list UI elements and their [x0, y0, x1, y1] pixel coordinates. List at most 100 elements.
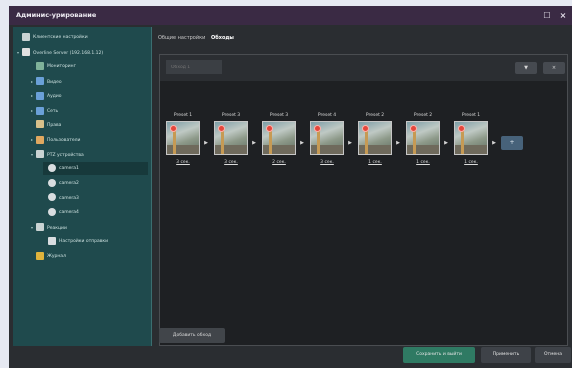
preset-label: Preset 1: [461, 113, 481, 118]
preset-thumbnail[interactable]: [358, 121, 392, 155]
sidebar-item-label: PTZ устройства: [47, 152, 84, 158]
thumbnail-ground: [311, 145, 343, 154]
sidebar-item-label: Мониторинг: [47, 64, 76, 70]
thumbnail-ground: [167, 145, 199, 154]
sidebar-item-label: Аудио: [47, 94, 62, 100]
sidebar-item[interactable]: ▾ PTZ устройства: [31, 148, 148, 161]
sidebar-item-label: camera3: [59, 195, 79, 201]
camera-icon: [48, 178, 56, 187]
tour-panel: ▼ × + Preset 1 3 сек. ▶ Preset 3 3 сек. ▶ Pres…: [159, 54, 568, 346]
sidebar-item[interactable]: ▸ Видео: [31, 75, 148, 88]
preset-thumbnail[interactable]: [454, 121, 488, 155]
sidebar-item[interactable]: Клиентские настройки: [17, 31, 148, 44]
sidebar-item[interactable]: camera3: [43, 192, 148, 205]
preset-label: Preset 2: [413, 113, 433, 118]
add-tour-button[interactable]: Добавить обход: [159, 328, 225, 343]
preset-item[interactable]: Preset 1 3 сек.: [166, 112, 200, 167]
preset-label: Preset 1: [173, 113, 193, 118]
sidebar-item-label: camera1: [59, 166, 79, 172]
sidebar-item[interactable]: Мониторинг: [31, 60, 148, 73]
sidebar-item[interactable]: camera2: [43, 177, 148, 190]
preset-item[interactable]: Preset 4 3 сек.: [310, 112, 344, 167]
thumbnail-ground: [407, 145, 439, 154]
tour-name-input[interactable]: [166, 60, 222, 74]
sidebar-item[interactable]: camera1: [43, 162, 148, 176]
sidebar-item[interactable]: Права: [31, 119, 148, 132]
preset-duration[interactable]: 1 сек.: [358, 159, 392, 167]
sidebar-item-label: Журнал: [47, 254, 66, 259]
preset-item[interactable]: Preset 3 2 сек.: [262, 112, 296, 167]
preset-thumbnail[interactable]: [214, 121, 248, 155]
sidebar-item-label: Клиентские настройки: [33, 35, 88, 40]
main-area: Общие настройки Обходы ▼ × + Preset 1 3 с…: [154, 27, 572, 346]
preset-label: Preset 3: [269, 113, 289, 118]
tab-general[interactable]: Общие настройки: [158, 35, 205, 41]
preset-marker-icon: [314, 125, 321, 132]
settings-tree: Клиентские настройки ▾ Overline Server (19…: [13, 27, 152, 346]
sidebar-item[interactable]: Настройки отправки: [43, 235, 148, 248]
apply-button[interactable]: Применить: [481, 347, 531, 363]
sequence-arrow-icon: ▶: [492, 140, 496, 146]
video-icon: [36, 77, 44, 86]
audio-icon: [36, 91, 44, 100]
sidebar-item[interactable]: ▾ Реакции: [31, 221, 148, 234]
journal-icon: [36, 251, 44, 260]
camera-icon: [48, 163, 56, 172]
thumbnail-ground: [359, 145, 391, 154]
sequence-arrow-icon: ▶: [252, 140, 256, 146]
close-button[interactable]: ×: [556, 6, 570, 25]
remove-tour-button[interactable]: ×: [543, 62, 565, 74]
save-exit-button[interactable]: Сохранить и выйти: [403, 347, 475, 363]
preset-item[interactable]: Preset 2 1 сек.: [406, 112, 440, 167]
sequence-arrow-icon: ▶: [300, 140, 304, 146]
camera-icon: [48, 193, 56, 202]
sidebar-item-label: Пользователи: [47, 138, 81, 144]
admin-window: Админис-урирование ☐ × Клиентские настро…: [9, 6, 572, 368]
preset-duration[interactable]: 3 сек.: [166, 159, 200, 167]
gear-icon: [22, 32, 30, 41]
sidebar-item-label: Права: [47, 122, 62, 128]
sidebar-item-label: Видео: [47, 79, 62, 85]
sidebar-item-label: Настройки отправки: [59, 239, 109, 245]
add-preset-button[interactable]: +: [501, 136, 523, 150]
preset-item[interactable]: Preset 1 1 сек.: [454, 112, 488, 167]
preset-item[interactable]: Preset 3 3 сек.: [214, 112, 248, 167]
preset-duration[interactable]: 3 сек.: [310, 159, 344, 167]
sidebar-item-label: camera4: [59, 210, 79, 216]
sidebar-item[interactable]: ▸ Пользователи: [31, 133, 148, 146]
preset-label: Preset 2: [365, 113, 385, 118]
preset-marker-icon: [218, 125, 225, 132]
network-icon: [36, 106, 44, 115]
sidebar-item[interactable]: ▾ Overline Server (192.168.1.12): [17, 46, 148, 59]
maximize-button[interactable]: ☐: [540, 6, 554, 25]
preset-duration[interactable]: 1 сек.: [454, 159, 488, 167]
sidebar-item-label: Сеть: [47, 109, 59, 114]
monitor-icon: [36, 61, 44, 70]
sidebar-item[interactable]: camera4: [43, 206, 148, 219]
preset-duration[interactable]: 3 сек.: [214, 159, 248, 167]
sidebar-item[interactable]: ▸ Сеть: [31, 104, 148, 117]
preset-thumbnail[interactable]: [262, 121, 296, 155]
preset-marker-icon: [458, 125, 465, 132]
thumbnail-ground: [263, 145, 295, 154]
preset-item[interactable]: Preset 2 1 сек.: [358, 112, 392, 167]
sidebar-item-label: Реакции: [47, 225, 67, 231]
preset-thumbnail[interactable]: [406, 121, 440, 155]
sequence-arrow-icon: ▶: [348, 140, 352, 146]
tab-tours[interactable]: Обходы: [211, 35, 234, 41]
thumbnail-ground: [455, 145, 487, 154]
reactions-icon: [36, 223, 44, 232]
preset-thumbnail[interactable]: [166, 121, 200, 155]
cancel-button[interactable]: Отмена: [535, 347, 571, 363]
preset-thumbnail[interactable]: [310, 121, 344, 155]
sequence-arrow-icon: ▶: [204, 140, 208, 146]
preset-duration[interactable]: 1 сек.: [406, 159, 440, 167]
sidebar-item[interactable]: ▸ Аудио: [31, 89, 148, 102]
sequence-arrow-icon: ▶: [444, 140, 448, 146]
filter-button[interactable]: ▼: [515, 62, 537, 74]
sidebar-item[interactable]: Журнал: [31, 250, 148, 263]
tab-bar: Общие настройки Обходы: [154, 27, 572, 49]
preset-duration[interactable]: 2 сек.: [262, 159, 296, 167]
title-bar: Админис-урирование ☐ ×: [9, 6, 572, 25]
thumbnail-ground: [215, 145, 247, 154]
